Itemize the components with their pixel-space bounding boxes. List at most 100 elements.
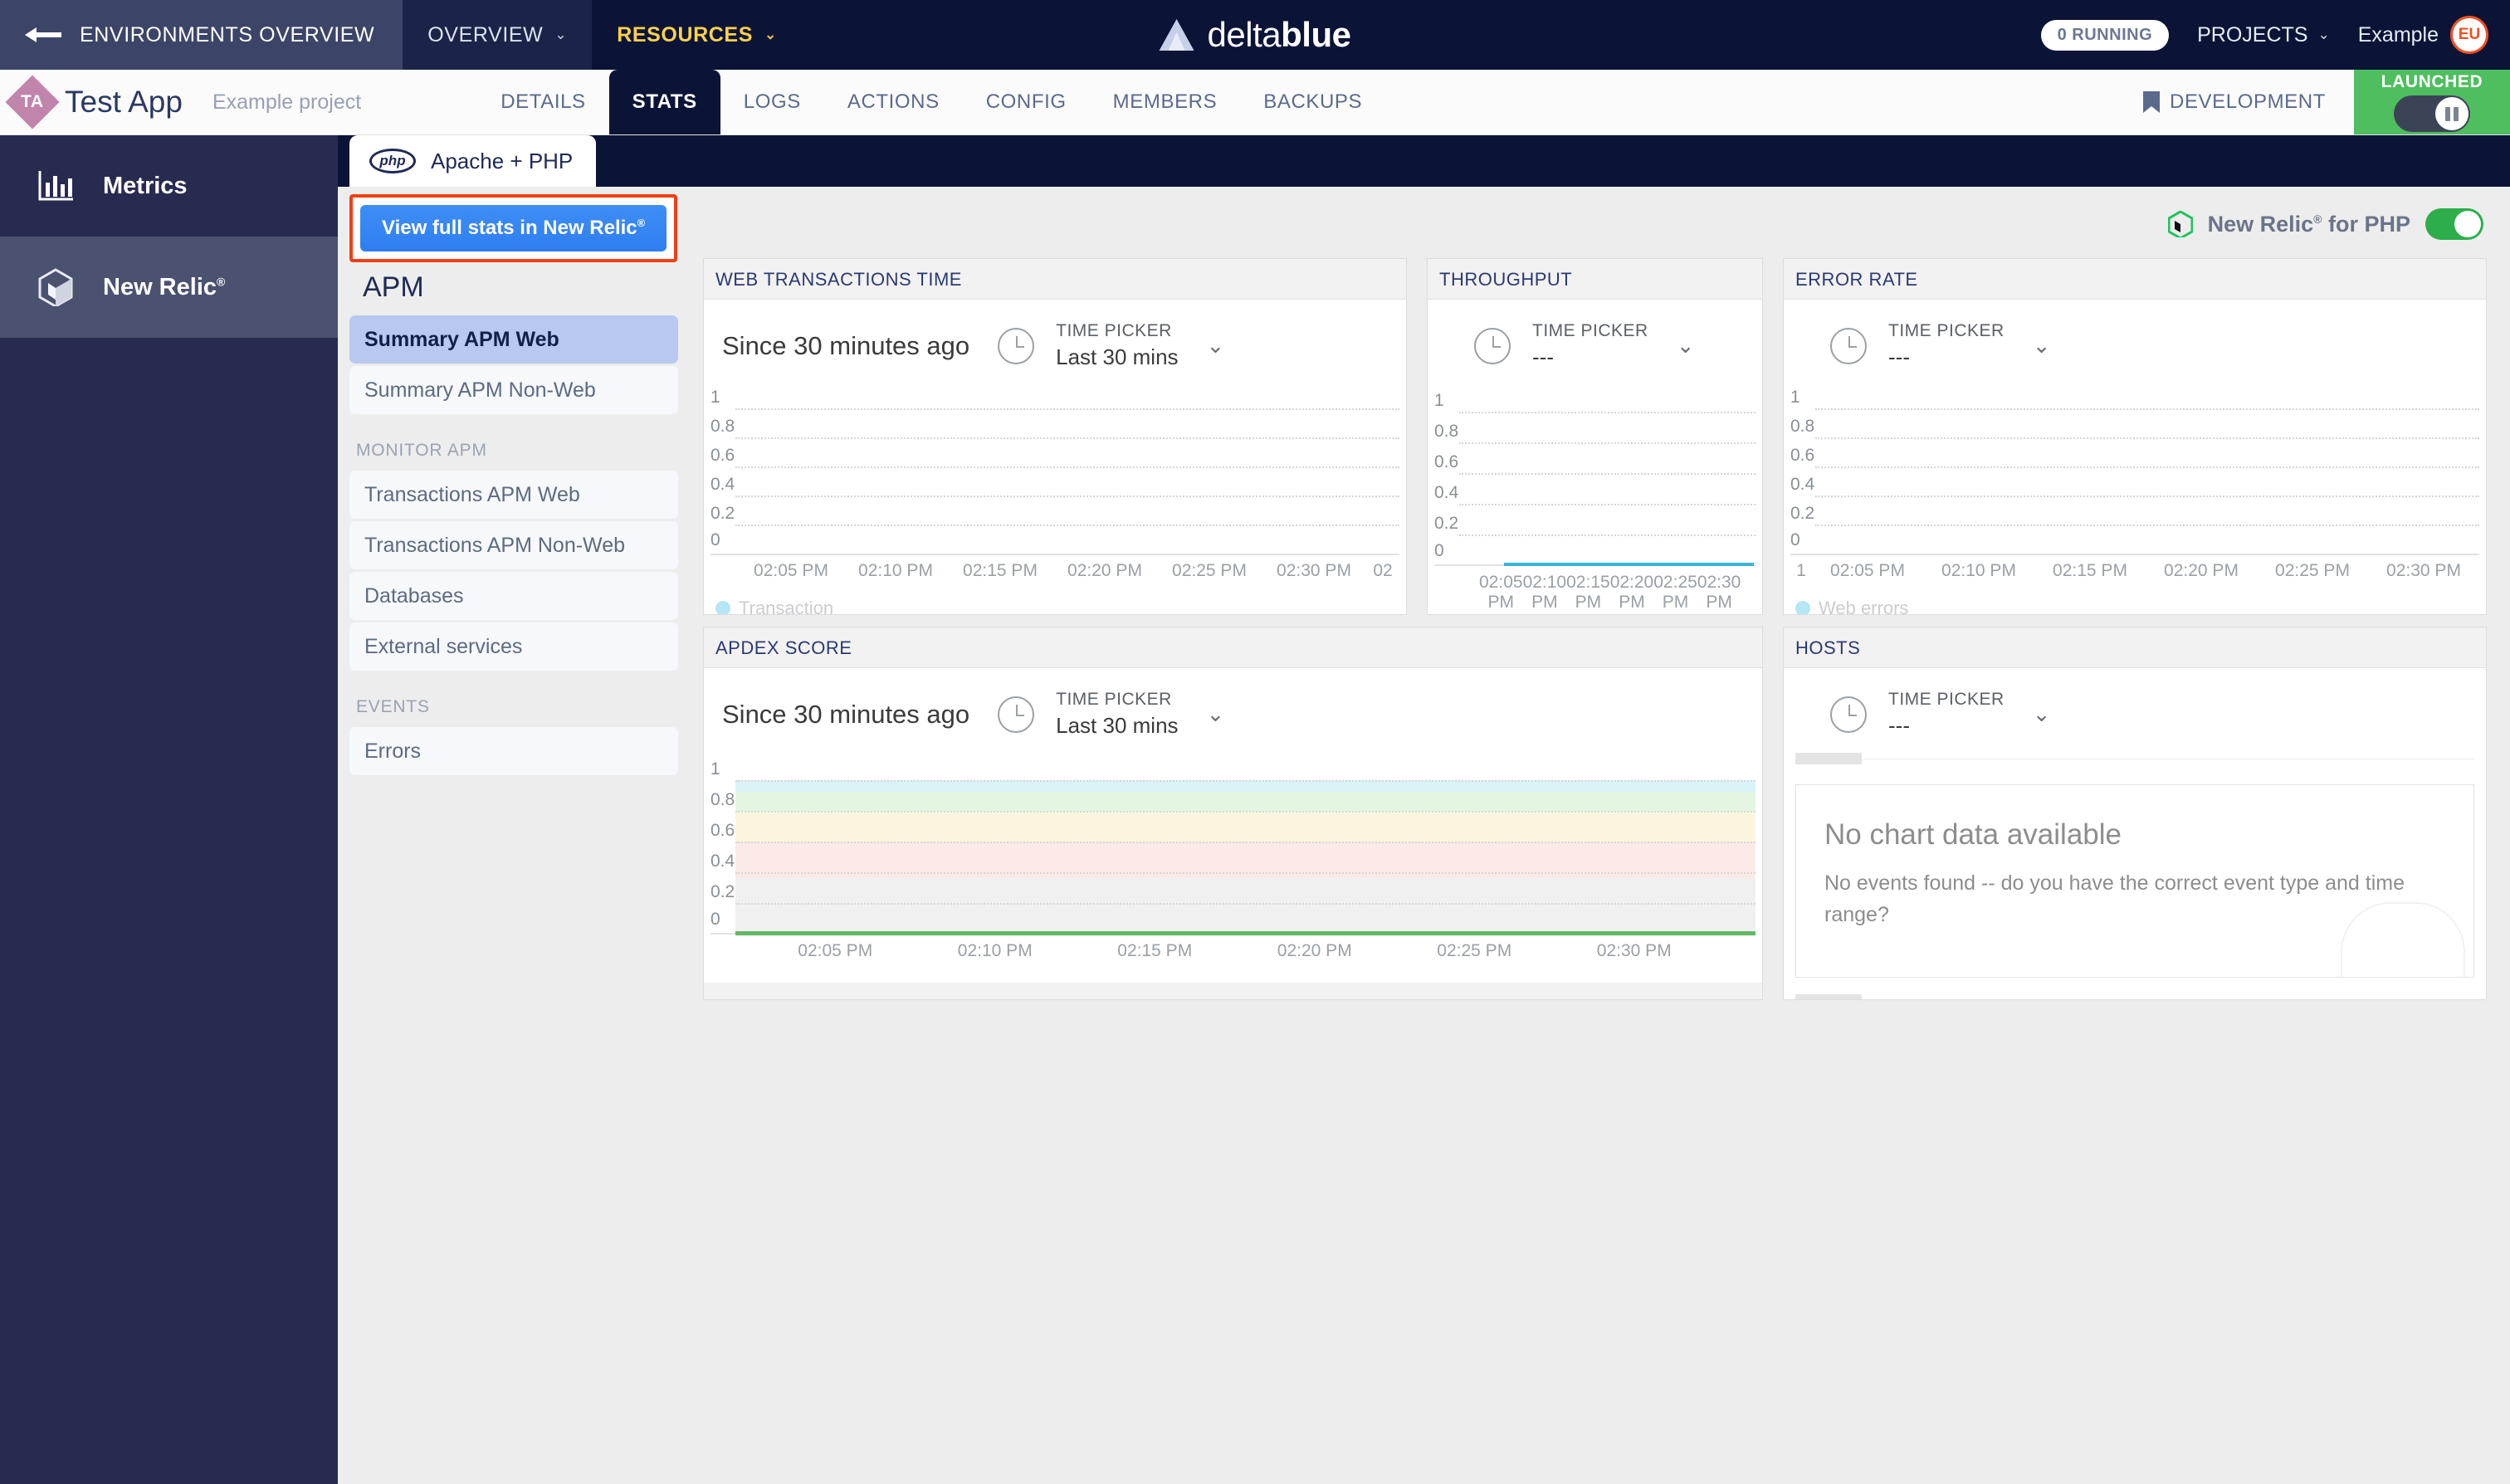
y-tick: 0 [711,530,720,550]
panel-title: APDEX SCORE [704,627,1762,667]
apm-item-external-services[interactable]: External services [349,622,678,671]
tab-config[interactable]: CONFIG [963,70,1090,134]
chevron-down-icon[interactable]: ⌄ [1207,701,1225,727]
sidebar-item-metrics[interactable]: Metrics [0,135,338,237]
x-tick: 02:25 PM [2257,561,2368,581]
y-tick: 0.2 [711,504,735,524]
application-header: TA Test App Example project DETAILS STAT… [0,70,2510,135]
pause-toggle[interactable] [2394,95,2470,132]
apm-item-databases[interactable]: Databases [349,572,678,620]
tab-details[interactable]: DETAILS [477,70,608,134]
chart-apdex-score: Since 30 minutes ago TIME PICKER Last 30… [704,667,1762,983]
plot-area: 1 0.8 0.6 0.4 0.2 0 [1428,383,1762,583]
panel-title: ERROR RATE [1784,259,2486,299]
main-columns: APM Summary APM Web Summary APM Non-Web … [338,258,2510,1012]
panel-title: HOSTS [1784,627,2486,667]
x-tick: 02:25 PM [1653,573,1697,613]
application-identity: TA Test App Example project [0,70,361,134]
x-tick: 02:20 PM [1610,573,1654,613]
environments-overview-link[interactable]: ENVIRONMENTS OVERVIEW [0,0,403,70]
chevron-down-icon[interactable]: ⌄ [1677,333,1695,359]
nav-overview-label: OVERVIEW [427,23,543,47]
clock-icon [1830,328,1867,364]
content-action-row: View full stats in New Relic® New Relic®… [338,187,2510,258]
y-tick: 0.2 [1790,504,1814,524]
chart-header: Since 30 minutes ago TIME PICKER Last 30… [704,668,1762,739]
y-tick: 1 [711,388,720,408]
y-tick: 0.8 [711,417,735,437]
apm-item-summary-apm-non-web[interactable]: Summary APM Non-Web [349,366,678,414]
time-picker-label: TIME PICKER [1532,321,1648,341]
apm-group-events: EVENTS [356,697,678,717]
application-header-right: DEVELOPMENT LAUNCHED [2115,70,2510,134]
y-tick: 1 [1434,391,1444,411]
legend-label: Web errors [1819,598,1908,614]
since-label: Since 30 minutes ago [722,700,969,730]
time-picker[interactable]: TIME PICKER --- [1888,690,2005,739]
x-tick: 02:05 PM [1479,573,1523,613]
x-tick: 02:10 PM [843,561,948,581]
time-picker-label: TIME PICKER [1056,321,1178,341]
charts-area: WEB TRANSACTIONS TIME Since 30 minutes a… [703,258,2510,1012]
apm-item-transactions-apm-non-web[interactable]: Transactions APM Non-Web [349,521,678,569]
launched-status-toggle[interactable]: LAUNCHED [2354,70,2510,134]
nav-resources[interactable]: RESOURCES ⌄ [592,0,802,70]
environment-selector[interactable]: DEVELOPMENT [2115,70,2354,134]
time-picker-label: TIME PICKER [1888,690,2005,710]
panel-error-rate: ERROR RATE TIME PICKER --- ⌄ 1 [1783,258,2487,615]
time-picker[interactable]: TIME PICKER --- [1532,321,1648,370]
apdex-band-excellent [735,780,1756,792]
no-chart-data-message: No chart data available No events found … [1795,784,2474,978]
cloud-icon [2341,902,2465,978]
series-line-throughput [1504,563,1754,566]
user-menu[interactable]: Example EU [2358,16,2488,54]
project-name: Example project [212,90,361,115]
panel-throughput: THROUGHPUT TIME PICKER --- ⌄ 1 [1427,258,1763,615]
y-tick: 1 [711,759,720,779]
bar-chart-icon [38,169,73,203]
chevron-down-icon[interactable]: ⌄ [1207,333,1225,359]
page-title: Test App [65,85,183,120]
x-tick: 02:30 PM [2368,561,2479,581]
tab-members[interactable]: MEMBERS [1090,70,1241,134]
y-tick: 0.2 [711,882,735,902]
x-tick: 02:20 PM [1235,941,1395,961]
apm-item-transactions-apm-web[interactable]: Transactions APM Web [349,471,678,519]
nav-overview[interactable]: OVERVIEW ⌄ [403,0,592,70]
brand-name-bold: blue [1281,15,1350,54]
avatar: EU [2450,16,2488,54]
apm-item-errors[interactable]: Errors [349,727,678,775]
tab-actions[interactable]: ACTIONS [824,70,963,134]
x-tick: 02:25 PM [1394,941,1555,961]
chevron-down-icon[interactable]: ⌄ [2033,701,2051,727]
tab-logs[interactable]: LOGS [720,70,824,134]
projects-menu[interactable]: PROJECTS ⌄ [2197,23,2330,47]
tab-stats[interactable]: STATS [609,70,720,134]
brand-logo[interactable]: deltablue [1160,15,1351,55]
view-full-stats-button[interactable]: View full stats in New Relic® [360,205,667,251]
legend-color-swatch [715,601,730,614]
clock-icon [998,328,1034,364]
time-picker[interactable]: TIME PICKER --- [1888,321,2005,370]
apm-item-summary-apm-web[interactable]: Summary APM Web [349,315,678,364]
chevron-down-icon[interactable]: ⌄ [2033,333,2051,359]
time-picker[interactable]: TIME PICKER Last 30 mins [1056,321,1178,370]
highlight-box: View full stats in New Relic® [349,194,677,262]
skeleton-placeholder [1795,753,1862,764]
brand-name: deltablue [1208,15,1351,55]
y-tick: 0.4 [711,852,735,871]
chart-error-rate: TIME PICKER --- ⌄ 1 0.8 0.6 [1784,299,2486,614]
x-tick: 1 [1790,561,1812,581]
new-relic-for-php-switch[interactable] [2425,208,2483,240]
clock-icon [1474,328,1511,364]
chevron-down-icon: ⌄ [554,27,567,43]
series-line-apdex [735,931,1756,935]
tab-backups[interactable]: BACKUPS [1240,70,1385,134]
sidebar-item-label: New Relic® [103,274,225,301]
top-navigation-right: 0 RUNNING PROJECTS ⌄ Example EU [2041,0,2510,70]
sidebar-item-new-relic[interactable]: New Relic® [0,237,338,338]
time-picker[interactable]: TIME PICKER Last 30 mins [1056,690,1178,739]
tab-apache-php[interactable]: php Apache + PHP [349,135,596,187]
runtime-tab-bar: php Apache + PHP [338,135,2510,187]
y-tick: 0 [711,910,720,930]
